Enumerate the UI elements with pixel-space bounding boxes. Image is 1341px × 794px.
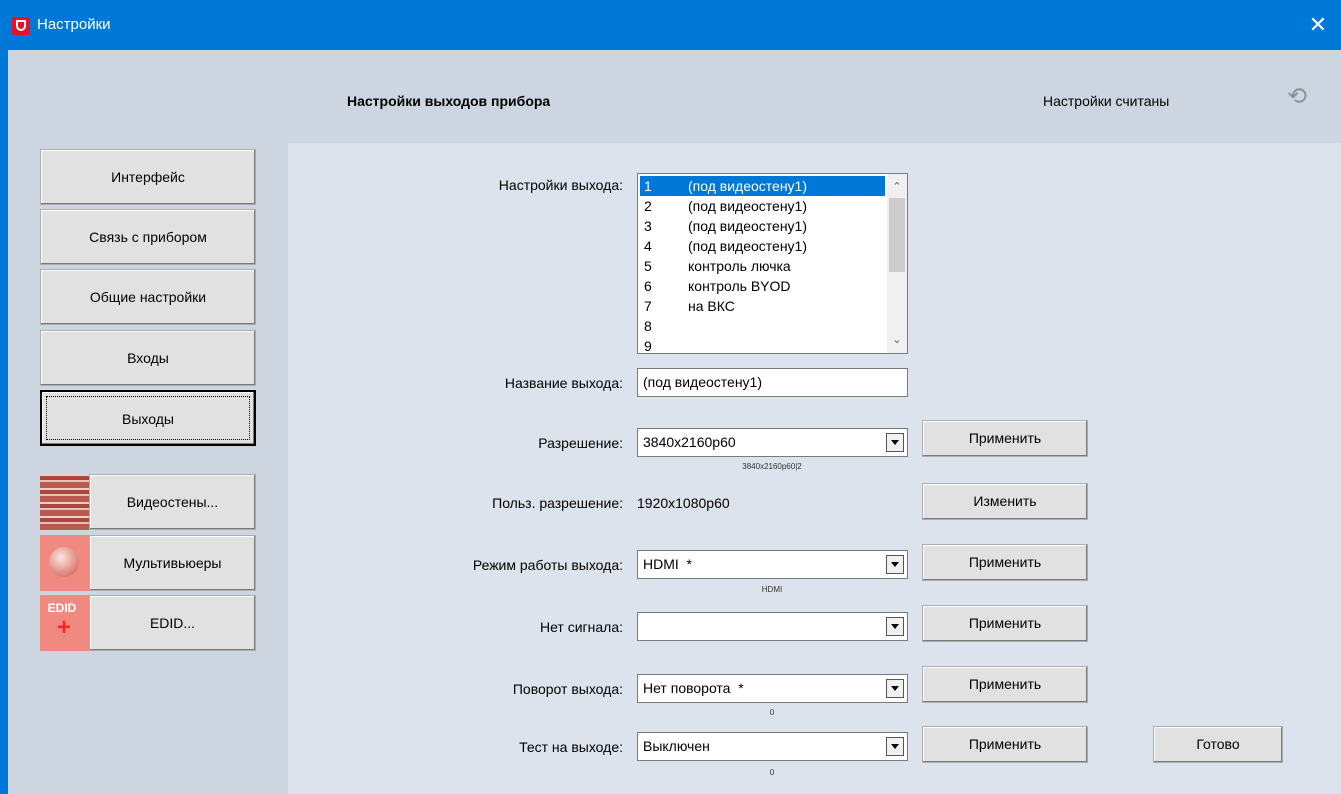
nav-connection-button[interactable]: Связь с прибором: [40, 209, 256, 265]
output-mode-value: HDMI *: [643, 556, 692, 572]
status-text: Настройки считаны: [1043, 93, 1170, 109]
rotation-select[interactable]: Нет поворота *: [637, 674, 908, 703]
change-resolution-button[interactable]: Изменить: [922, 483, 1088, 520]
nav-inputs-button[interactable]: Входы: [40, 330, 256, 386]
rotation-value: Нет поворота *: [643, 680, 744, 696]
list-item-number: 8: [644, 318, 652, 334]
list-scrollbar[interactable]: ⌃ ⌄: [887, 174, 907, 353]
nav-outputs-label: Выходы: [122, 411, 174, 427]
dropdown-arrow-icon[interactable]: [886, 679, 904, 698]
test-label: Тест на выходе:: [519, 739, 623, 755]
list-item[interactable]: 5 контроль лючка: [640, 256, 885, 276]
apply-rotation-button[interactable]: Применить: [922, 666, 1088, 703]
scroll-up-icon[interactable]: ⌃: [887, 178, 907, 196]
nav-general-button[interactable]: Общие настройки: [40, 269, 256, 325]
dropdown-arrow-icon[interactable]: [886, 617, 904, 636]
list-item-text: (под видеостену1): [688, 218, 807, 234]
custom-resolution-label: Польз. разрешение:: [492, 495, 623, 511]
list-item-text: (под видеостену1): [688, 178, 807, 194]
list-item[interactable]: 2 (под видеостену1): [640, 196, 885, 216]
resolution-label: Разрешение:: [538, 435, 623, 451]
list-item[interactable]: 8: [640, 316, 885, 336]
no-signal-select[interactable]: [637, 612, 908, 641]
list-item[interactable]: 4 (под видеостену1): [640, 236, 885, 256]
output-settings-label: Настройки выхода:: [498, 177, 623, 193]
scroll-thumb[interactable]: [889, 198, 905, 272]
rotation-label: Поворот выхода:: [512, 681, 623, 697]
nav-connection-label: Связь с прибором: [89, 229, 207, 245]
resolution-hint: 3840x2160p60|2: [742, 462, 802, 471]
test-hint: 0: [769, 768, 775, 777]
edid-icon-text: EDID: [47, 601, 77, 615]
scroll-down-icon[interactable]: ⌄: [887, 331, 907, 349]
videowall-icon: [40, 474, 89, 530]
plus-icon: +: [56, 614, 71, 641]
nav-general-label: Общие настройки: [89, 289, 207, 305]
output-name-label: Название выхода:: [504, 375, 623, 391]
list-item[interactable]: 9: [640, 336, 885, 354]
output-name-input[interactable]: (под видеостену1): [637, 368, 908, 397]
close-icon[interactable]: ✕: [1295, 0, 1341, 50]
videowall-item: Видеостены...: [40, 474, 256, 530]
output-mode-select[interactable]: HDMI *: [637, 550, 908, 579]
list-item[interactable]: 6 контроль BYOD: [640, 276, 885, 296]
output-listbox[interactable]: 1 (под видеостену1) 2 (под видеостену1) 3 (по…: [637, 173, 908, 354]
output-mode-label: Режим работы выхода:: [472, 557, 623, 573]
list-item-number: 4: [644, 238, 652, 254]
resolution-value: 3840x2160p60: [643, 434, 736, 450]
edid-button[interactable]: EDID...: [89, 595, 256, 651]
list-item-number: 7: [644, 298, 652, 314]
videowall-button[interactable]: Видеостены...: [89, 474, 256, 530]
list-item-number: 5: [644, 258, 652, 274]
list-item-number: 1: [644, 178, 652, 194]
test-value: Выключен: [643, 738, 710, 754]
window-frame-left: [0, 50, 8, 794]
dropdown-arrow-icon[interactable]: [886, 433, 904, 452]
nav-inputs-label: Входы: [127, 350, 169, 366]
list-item-number: 2: [644, 198, 652, 214]
list-item[interactable]: 3 (под видеостену1): [640, 216, 885, 236]
dropdown-arrow-icon[interactable]: [886, 555, 904, 574]
list-item-number: 3: [644, 218, 652, 234]
window-title: Настройки: [37, 16, 111, 33]
test-select[interactable]: Выключен: [637, 732, 908, 761]
edid-icon: EDID +: [40, 595, 89, 651]
list-item-text: контроль лючка: [688, 258, 791, 274]
apply-output-mode-button[interactable]: Применить: [922, 544, 1088, 581]
resolution-select[interactable]: 3840x2160p60: [637, 428, 908, 457]
refresh-icon[interactable]: ⟲: [1284, 84, 1310, 110]
done-button[interactable]: Готово: [1153, 726, 1283, 763]
nav-interface-label: Интерфейс: [111, 169, 185, 185]
title-bar: Настройки ✕: [0, 0, 1341, 50]
list-item[interactable]: 7 на ВКС: [640, 296, 885, 316]
apply-no-signal-button[interactable]: Применить: [922, 605, 1088, 642]
list-item-number: 6: [644, 278, 652, 294]
dropdown-arrow-icon[interactable]: [886, 737, 904, 756]
list-item-text: (под видеостену1): [688, 238, 807, 254]
multiviewer-item: Мультивьюеры: [40, 535, 256, 591]
nav-outputs-button[interactable]: Выходы: [40, 390, 256, 446]
output-mode-hint: HDMI: [761, 585, 783, 594]
list-item-number: 9: [644, 338, 652, 354]
multiviewer-button[interactable]: Мультивьюеры: [89, 535, 256, 591]
edid-item: EDID + EDID...: [40, 595, 256, 651]
page-title: Настройки выходов прибора: [347, 93, 551, 109]
no-signal-label: Нет сигнала:: [539, 619, 623, 635]
custom-resolution-value: 1920x1080p60: [637, 495, 730, 511]
list-item-text: (под видеостену1): [688, 198, 807, 214]
list-item-text: на ВКС: [688, 298, 735, 314]
output-list: 1 (под видеостену1) 2 (под видеостену1) 3 (по…: [640, 176, 885, 354]
app-shield-icon: [12, 17, 30, 35]
list-item-text: контроль BYOD: [688, 278, 791, 294]
multiviewer-icon: [40, 535, 89, 591]
rotation-hint: 0: [769, 708, 775, 717]
list-item[interactable]: 1 (под видеостену1): [640, 176, 885, 196]
apply-test-button[interactable]: Применить: [922, 726, 1088, 763]
apply-resolution-button[interactable]: Применить: [922, 420, 1088, 457]
nav-interface-button[interactable]: Интерфейс: [40, 149, 256, 205]
